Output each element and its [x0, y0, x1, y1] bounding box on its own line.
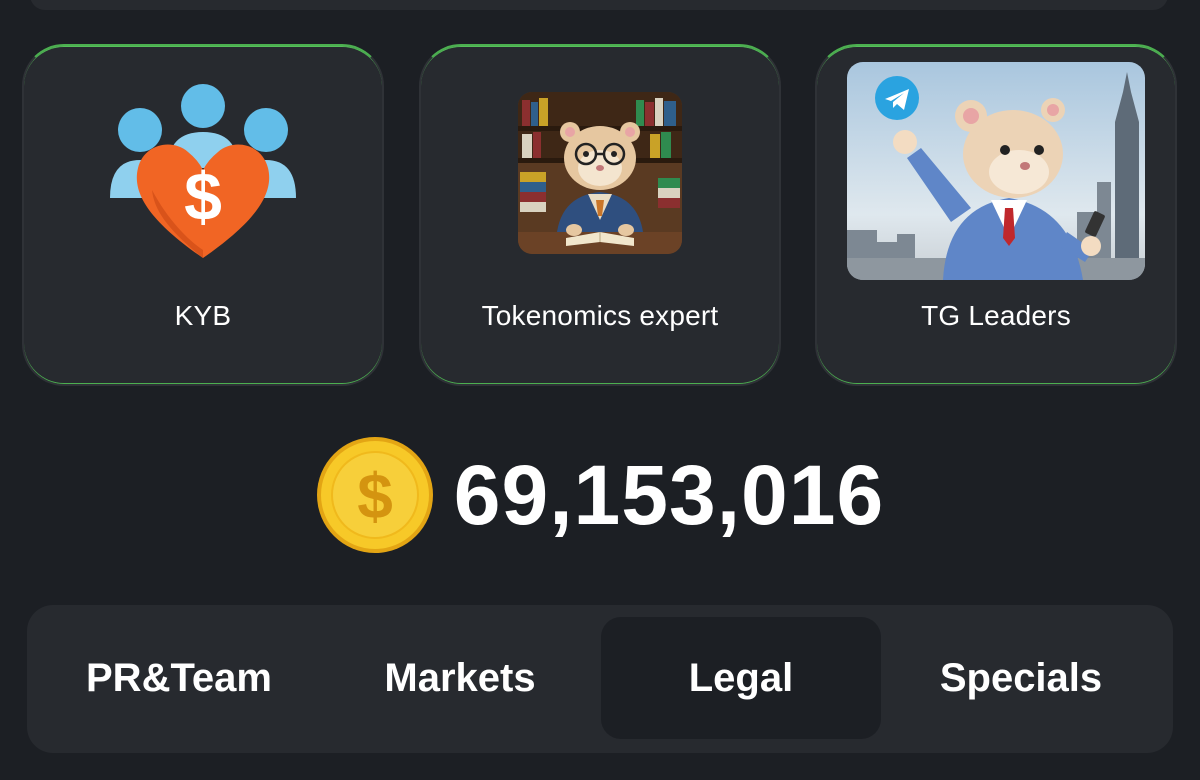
tab-specials[interactable]: Specials [881, 617, 1161, 739]
card-label: TG Leaders [921, 300, 1071, 331]
card-kyb[interactable]: $ KYB [22, 44, 384, 386]
card-tokenomics-expert[interactable]: Tokenomics expert [419, 44, 781, 386]
hamster-telegram-leader-image [847, 62, 1145, 280]
coin-balance: $ 69,153,016 [0, 436, 1200, 554]
tab-markets[interactable]: Markets [319, 617, 601, 739]
card-label: KYB [174, 300, 232, 331]
category-tabs: PR&Team Markets Legal Specials [27, 605, 1173, 753]
tab-pr-team[interactable]: PR&Team [37, 617, 321, 739]
balance-value: 69,153,016 [453, 447, 885, 542]
kyb-people-heart-dollar-icon: $ [110, 84, 296, 258]
card-tg-leaders[interactable]: TG Leaders [815, 44, 1177, 386]
svg-text:$: $ [184, 159, 222, 235]
svg-text:$: $ [357, 460, 393, 532]
tab-legal[interactable]: Legal [601, 617, 881, 739]
gold-coin-icon: $ [316, 437, 433, 553]
top-panel-edge [30, 0, 1168, 10]
card-label: Tokenomics expert [481, 300, 719, 331]
hamster-scholar-image [518, 92, 682, 254]
mine-screen: $ KYB Tokenomics expert TG Leaders $ 69,… [0, 0, 1200, 780]
